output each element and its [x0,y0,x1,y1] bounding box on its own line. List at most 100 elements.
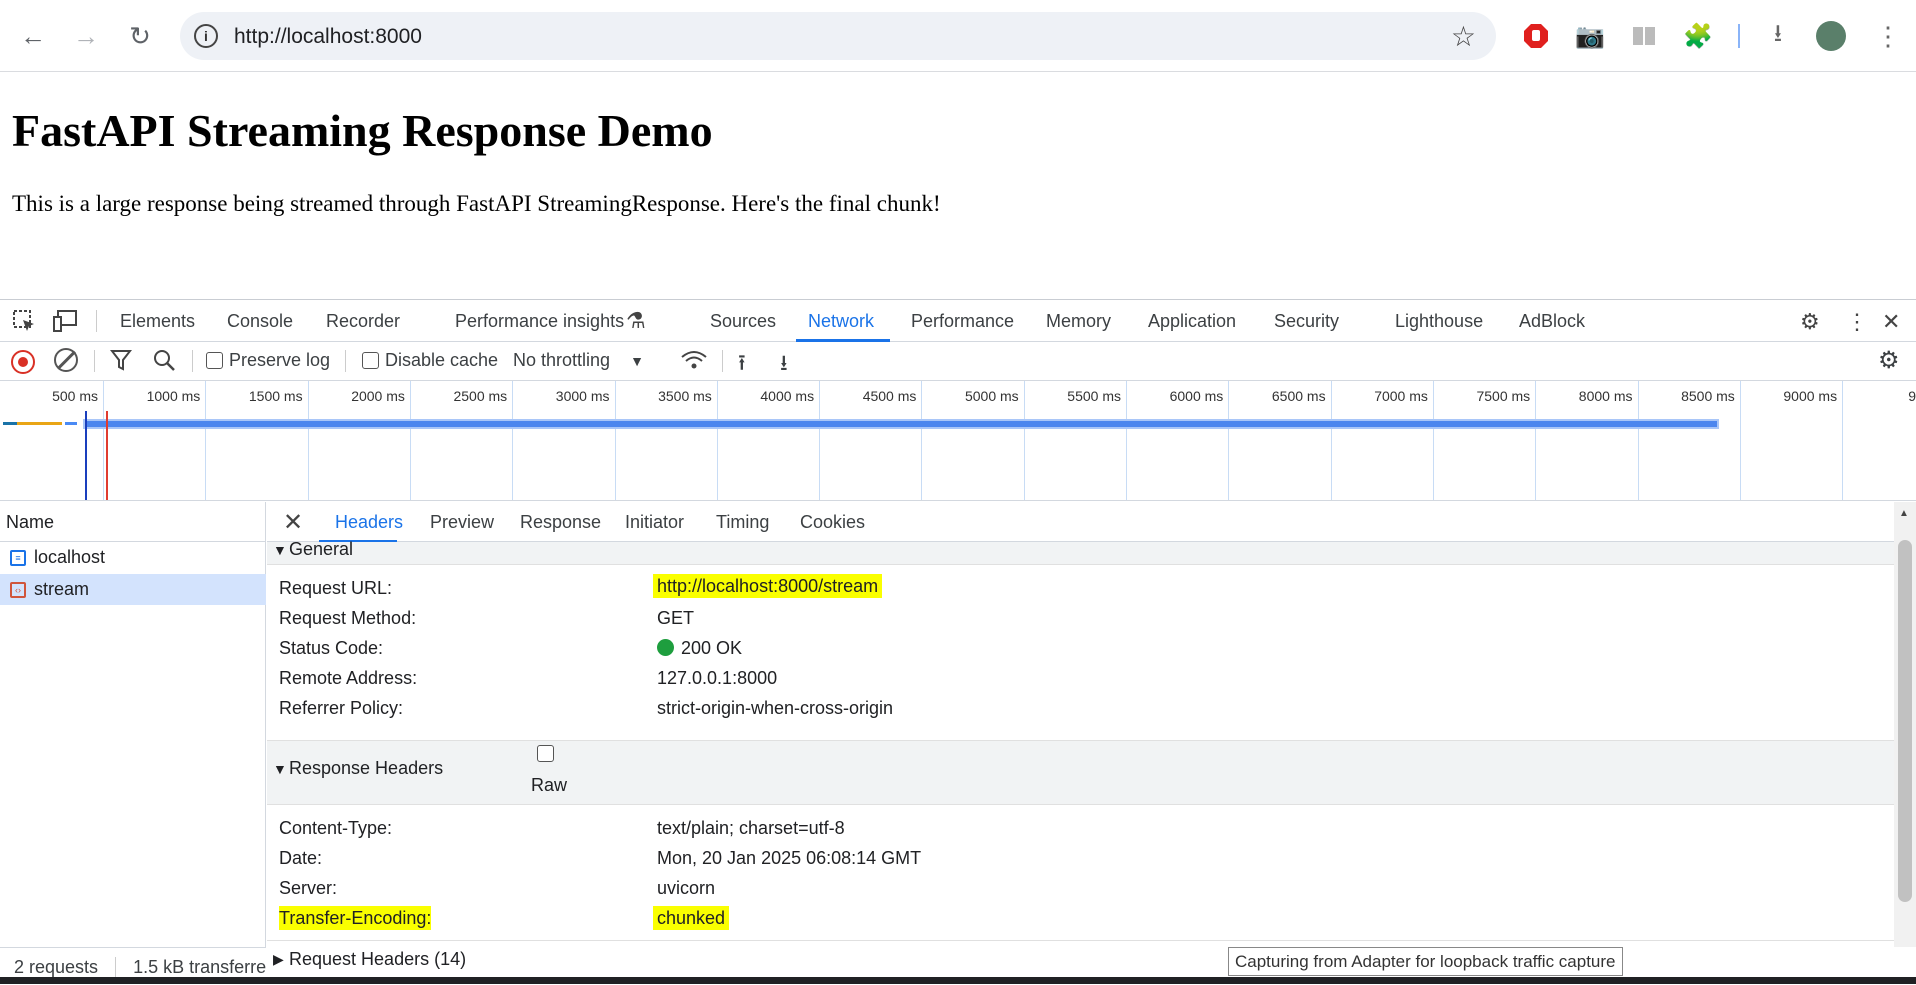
timeline-gridline [103,381,104,500]
reader-icon[interactable] [1628,20,1660,52]
network-settings-icon[interactable]: ⚙ [1878,346,1900,375]
tab-security[interactable]: Security [1274,311,1339,332]
timeline-tick-label: 3000 ms [555,388,610,404]
devtools-menu-icon[interactable]: ⋮ [1846,309,1868,335]
tab-sources[interactable]: Sources [710,311,776,332]
clear-icon[interactable] [54,348,78,372]
address-bar[interactable]: i http://localhost:8000 ☆ [180,12,1496,60]
devtools-tabbar: Elements Console Recorder Performance insig… [0,300,1916,342]
details-tab-headers[interactable]: Headers [335,512,403,533]
details-tab-timing[interactable]: Timing [716,512,769,533]
devtools-settings-icon[interactable]: ⚙ [1800,309,1820,335]
bookmark-star-icon[interactable]: ☆ [1451,20,1476,53]
tab-network[interactable]: Network [808,311,874,332]
tab-console[interactable]: Console [227,311,293,332]
close-details-icon[interactable]: ✕ [283,508,303,537]
response-header-value[interactable]: Mon, 20 Jan 2025 06:08:14 GMT [657,848,921,869]
name-column-header[interactable]: Name [0,502,265,542]
disable-cache-checkbox[interactable]: Disable cache [362,350,498,371]
extensions-puzzle-icon[interactable]: 🧩 [1682,20,1714,52]
toolbar-divider [1738,24,1740,48]
timeline-gridline [307,381,309,500]
transfer-encoding-key-highlight: Transfer-Encoding: [279,906,432,930]
timeline-gridline [819,381,821,500]
raw-checkbox[interactable] [537,745,554,762]
details-tab-preview[interactable]: Preview [430,512,494,533]
requests-count: 2 requests [14,957,99,977]
filter-icon[interactable] [109,348,133,377]
chunked-value-highlight[interactable]: chunked [653,906,730,930]
timeline-tick-label: 8000 ms [1578,388,1633,404]
menu-kebab-icon[interactable]: ⋮ [1872,20,1904,52]
tab-memory[interactable]: Memory [1046,311,1111,332]
status-ok-icon [657,639,674,656]
response-header-value[interactable]: text/plain; charset=utf-8 [657,818,845,839]
tab-recorder[interactable]: Recorder [326,311,400,332]
general-key: Request URL: [279,578,393,598]
devtools-panel: Elements Console Recorder Performance insig… [0,299,1916,984]
general-key: Referrer Policy: [279,698,404,718]
back-icon[interactable]: ← [15,18,51,54]
details-tabbar: ✕ Headers Preview Response Initiator Timing C… [267,502,1894,543]
device-toolbar-icon[interactable] [52,309,78,339]
response-header-value[interactable]: chunked [653,906,730,930]
tab-lighthouse[interactable]: Lighthouse [1395,311,1483,332]
response-header-key: Content-Type: [279,818,393,838]
general-value[interactable]: strict-origin-when-cross-origin [657,698,893,719]
timeline-tick-label: 5500 ms [1067,388,1121,404]
request-url-highlight[interactable]: http://localhost:8000/stream [653,574,883,598]
scrollbar-thumb[interactable] [1898,540,1912,902]
inspect-element-icon[interactable] [12,309,36,339]
tab-elements[interactable]: Elements [120,311,195,332]
general-value[interactable]: 127.0.0.1:8000 [657,668,777,689]
devtools-close-icon[interactable]: ✕ [1882,309,1900,335]
network-conditions-icon[interactable] [680,348,708,377]
timeline-tick-label: 3500 ms [658,388,712,404]
profile-avatar[interactable] [1816,21,1846,51]
forward-icon[interactable]: → [68,18,104,54]
details-tab-response[interactable]: Response [520,512,601,533]
tab-performance-insights[interactable]: Performance insights [455,311,624,332]
timeline-tick-label: 2500 ms [453,388,508,404]
reload-icon[interactable]: ↻ [122,18,158,54]
site-info-icon[interactable]: i [194,24,218,48]
request-headers-section-header[interactable]: ▶ Request Headers (14) [267,941,1894,982]
response-headers-section-header[interactable]: ▼ Response Headers Raw [267,741,1894,804]
tab-application[interactable]: Application [1148,311,1236,332]
details-tab-initiator[interactable]: Initiator [625,512,684,533]
record-stop-icon[interactable] [11,350,35,374]
tab-adblock[interactable]: AdBlock [1519,311,1585,332]
timeline-gridline [1739,381,1741,500]
general-value[interactable]: 200 OK [657,638,742,659]
raw-label: Raw [531,775,568,795]
general-value[interactable]: GET [657,608,694,629]
network-overview-timeline[interactable]: 500 ms 1000 ms 1500 ms 2000 ms 2500 ms 3000 m… [0,381,1916,501]
download-icon[interactable]: ⭳ [1762,20,1794,52]
search-icon[interactable] [152,348,176,377]
browser-toolbar: ← → ↻ i http://localhost:8000 ☆ 📷 🧩 ⭳ ⋮ [0,0,1916,72]
url-text[interactable]: http://localhost:8000 [234,25,422,49]
dom-content-loaded-marker [85,411,87,500]
request-row-stream[interactable]: ‹› stream [0,574,266,605]
timeline-gridline [1842,381,1844,500]
timeline-gridline [1432,381,1434,500]
general-value[interactable]: http://localhost:8000/stream [653,574,883,598]
response-header-value[interactable]: uvicorn [657,878,715,899]
details-scrollbar[interactable]: ▲ [1894,502,1916,947]
throttling-select[interactable]: No throttling ▼ [513,350,644,371]
load-marker [106,411,108,500]
general-section-header[interactable]: ▼ General [267,539,1894,564]
details-tab-cookies[interactable]: Cookies [800,512,865,533]
timeline-gridline [1228,381,1230,500]
timeline-gridline [205,381,207,500]
import-har-icon[interactable]: ⭱ [738,346,746,384]
adblock-extension-icon[interactable] [1520,20,1552,52]
preserve-log-checkbox[interactable]: Preserve log [206,350,330,371]
camera-icon[interactable]: 📷 [1574,20,1606,52]
network-toolbar: Preserve log Disable cache No throttling… [0,342,1916,381]
timeline-tick-label: 8500 ms [1681,388,1735,404]
timeline-gridline [921,381,923,500]
request-row-localhost[interactable]: ≡ localhost [0,542,266,573]
tab-performance[interactable]: Performance [911,311,1014,332]
export-har-icon[interactable]: ⭳ [780,346,788,384]
